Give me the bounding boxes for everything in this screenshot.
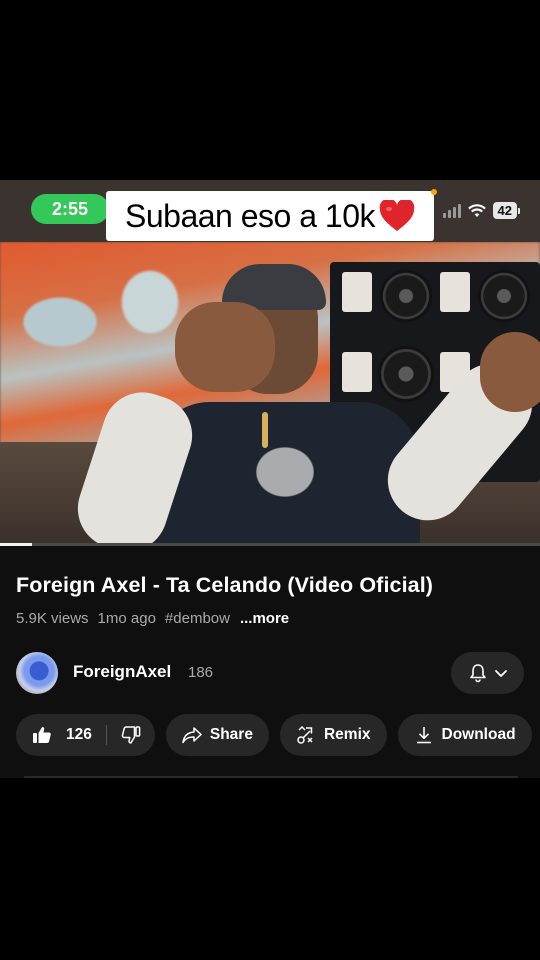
channel-row: ForeignAxel 186 xyxy=(16,650,524,694)
chevron-down-icon xyxy=(494,668,508,678)
battery-level: 42 xyxy=(492,202,517,219)
status-time: 2:55 xyxy=(51,198,89,219)
caption-overlay: Subaan eso a 10k xyxy=(106,191,434,241)
hashtag-link[interactable]: #dembow xyxy=(165,610,230,627)
battery-icon: 42 xyxy=(492,202,520,219)
video-title[interactable]: Foreign Axel - Ta Celando (Video Oficial… xyxy=(16,573,433,598)
video-progress-fill xyxy=(0,543,33,546)
signal-icon xyxy=(442,203,461,218)
view-count: 5.9K views xyxy=(16,610,89,627)
like-dislike-group: 126 xyxy=(16,714,155,756)
comments-sheet-edge xyxy=(24,776,518,778)
like-count: 126 xyxy=(66,726,92,743)
time-pill[interactable]: 2:55 xyxy=(31,194,109,224)
video-player[interactable] xyxy=(0,242,540,546)
remix-button[interactable]: Remix xyxy=(279,714,387,756)
status-icons: 42 xyxy=(442,202,520,219)
more-link[interactable]: ...more xyxy=(240,610,289,627)
action-bar: 126 Share Remix Download xyxy=(16,714,540,756)
bell-icon xyxy=(468,663,488,683)
privacy-indicator xyxy=(431,189,437,195)
like-button[interactable]: 126 xyxy=(32,726,92,744)
share-label: Share xyxy=(209,726,253,743)
phone-screen: 2:55 42 Subaan eso a 10k Foreign Axel - … xyxy=(0,180,540,778)
avatar[interactable] xyxy=(16,652,58,694)
share-button[interactable]: Share xyxy=(165,714,269,756)
channel-name[interactable]: ForeignAxel xyxy=(73,662,171,682)
remix-label: Remix xyxy=(323,726,371,743)
download-label: Download xyxy=(441,726,516,743)
thumbs-up-icon xyxy=(32,726,52,744)
divider xyxy=(105,725,107,745)
notifications-button[interactable] xyxy=(451,652,524,694)
download-icon xyxy=(414,725,434,745)
dislike-button[interactable] xyxy=(121,726,141,744)
wifi-icon xyxy=(467,203,486,218)
heart-icon xyxy=(379,200,415,232)
subscriber-count: 186 xyxy=(188,664,214,681)
download-button[interactable]: Download xyxy=(397,714,532,756)
caption-text: Subaan eso a 10k xyxy=(125,197,375,234)
remix-icon xyxy=(296,725,316,745)
share-icon xyxy=(182,726,202,744)
upload-age: 1mo ago xyxy=(97,610,156,627)
thumbs-down-icon xyxy=(121,726,141,744)
video-meta[interactable]: 5.9K views 1mo ago #dembow ...more xyxy=(16,610,289,627)
video-progress-bar[interactable] xyxy=(0,543,540,546)
